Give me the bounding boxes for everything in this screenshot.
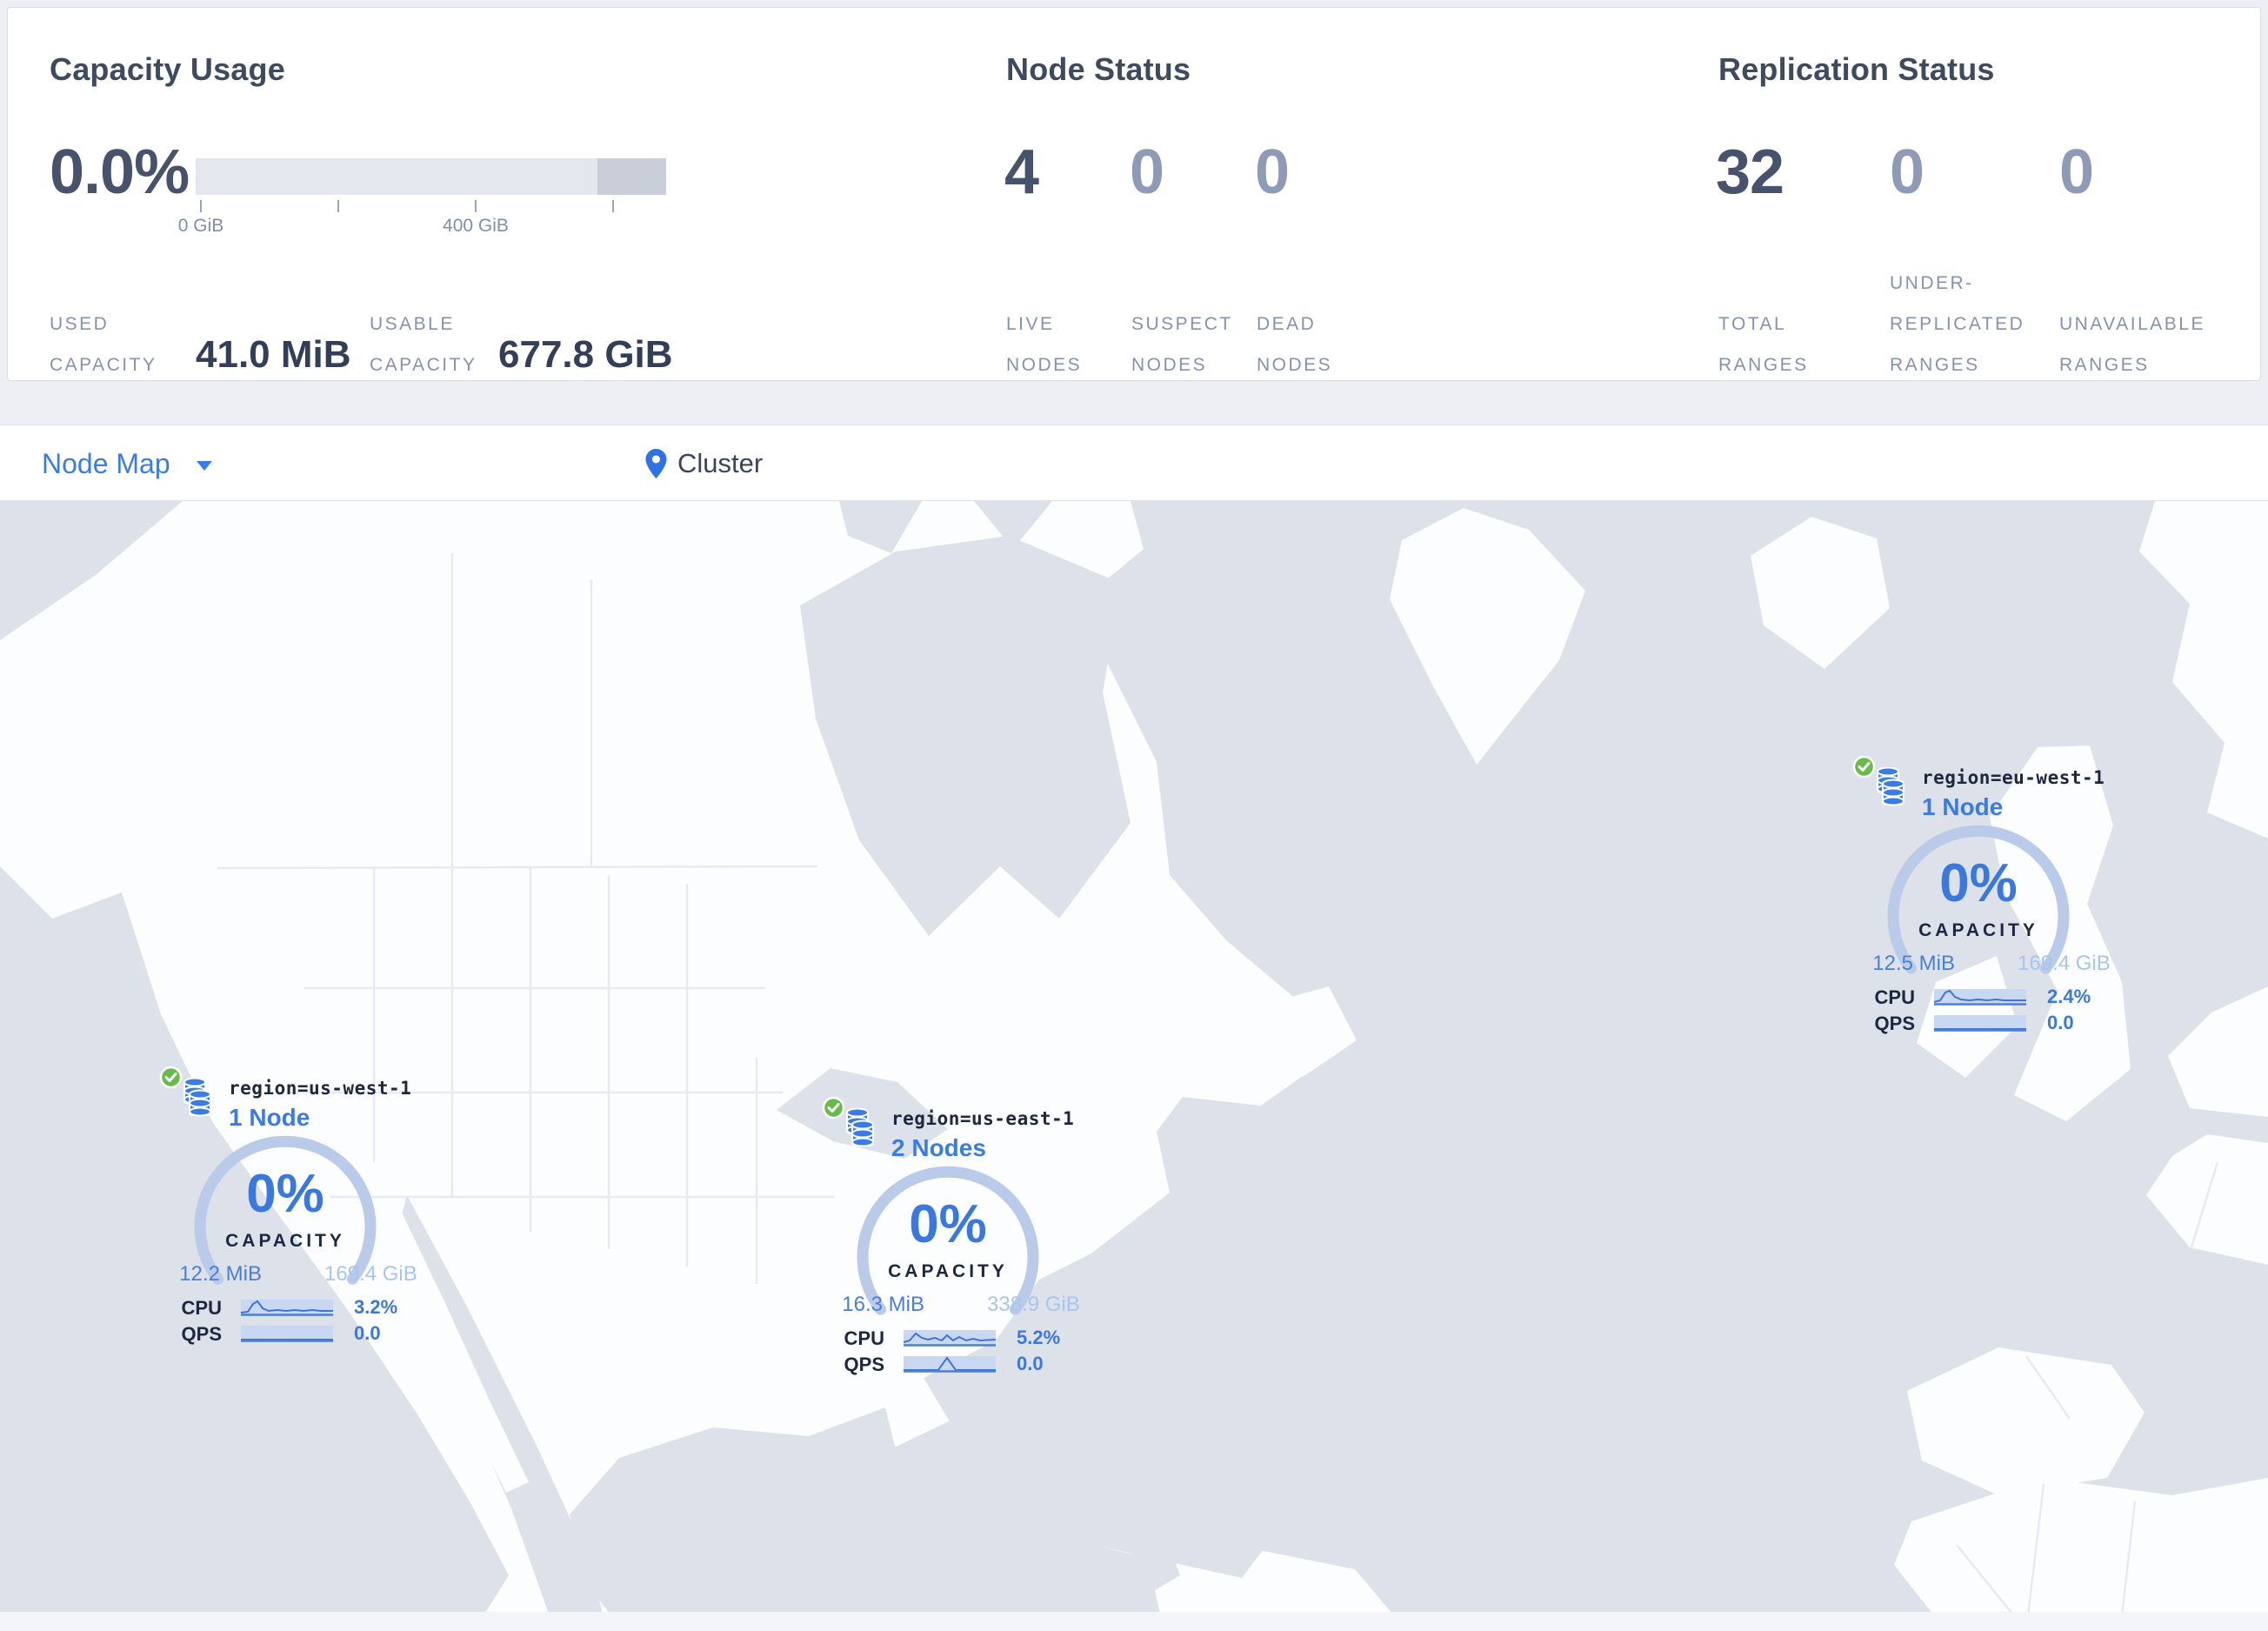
view-selector-label: Node Map bbox=[42, 447, 170, 479]
qps-value: 0.0 bbox=[354, 1322, 381, 1344]
breadcrumb-cluster[interactable]: Cluster bbox=[645, 425, 763, 502]
qps-label: QPS bbox=[844, 1354, 884, 1375]
unavailable-ranges-value: 0 bbox=[2059, 137, 2094, 207]
landmass-iceland bbox=[1751, 517, 1890, 669]
region-used-capacity: 12.2 MiB bbox=[179, 1262, 262, 1286]
landmass-iberia bbox=[1907, 1347, 2145, 1495]
capacity-bar-tick bbox=[337, 200, 339, 212]
suspect-nodes-value: 0 bbox=[1130, 137, 1164, 207]
landmass-greenland bbox=[1390, 508, 1585, 765]
region-node-count: 1 Node bbox=[229, 1104, 310, 1131]
qps-label: QPS bbox=[1874, 1013, 1915, 1034]
region-node-count: 1 Node bbox=[1922, 793, 2004, 820]
region-name: region=eu-west-1 bbox=[1922, 767, 2105, 788]
under-replicated-ranges-value: 0 bbox=[1890, 137, 1924, 207]
qps-sparkline bbox=[1934, 1015, 2026, 1032]
cpu-label: CPU bbox=[844, 1327, 884, 1349]
capacity-tick-label-0: 0 GiB bbox=[177, 216, 224, 236]
node-map[interactable]: region=us-west-1 1 Node 0% CAPACITY 12.2… bbox=[0, 501, 2268, 1631]
region-total-capacity: 169.4 GiB bbox=[324, 1262, 417, 1286]
used-capacity-value: 41.0 MiB bbox=[196, 333, 351, 376]
region-capacity-label: CAPACITY bbox=[888, 1261, 1008, 1281]
capacity-bar-tick bbox=[475, 200, 477, 212]
capacity-bar-tick bbox=[200, 200, 202, 212]
cluster-summary-panel: Capacity Usage 0.0% 0 GiB 400 GiB USED C… bbox=[7, 7, 2261, 381]
landmass-scandinavia bbox=[2139, 501, 2268, 839]
region-capacity-percent: 0% bbox=[909, 1194, 987, 1254]
region-total-capacity: 169.4 GiB bbox=[2018, 952, 2111, 975]
cpu-value: 2.4% bbox=[2047, 986, 2091, 1007]
cpu-sparkline bbox=[903, 1330, 997, 1347]
capacity-gauge bbox=[1887, 825, 2070, 974]
region-capacity-label: CAPACITY bbox=[1918, 920, 2038, 940]
database-icon bbox=[1877, 767, 1904, 806]
database-icon bbox=[846, 1108, 874, 1147]
breadcrumb-label: Cluster bbox=[677, 448, 764, 478]
cpu-label: CPU bbox=[181, 1297, 222, 1319]
replication-status-title: Replication Status bbox=[1718, 51, 1995, 87]
database-icon bbox=[183, 1078, 211, 1117]
region-used-capacity: 16.3 MiB bbox=[842, 1293, 924, 1316]
under-replicated-ranges-label: UNDER- REPLICATED RANGES bbox=[1890, 273, 2025, 375]
view-selector-dropdown[interactable]: Node Map bbox=[42, 425, 212, 502]
dead-nodes-label: DEAD NODES bbox=[1257, 314, 1333, 375]
region-name: region=us-west-1 bbox=[229, 1078, 412, 1099]
capacity-usage-bar bbox=[196, 158, 666, 195]
suspect-nodes-label: SUSPECT NODES bbox=[1131, 314, 1233, 375]
dead-nodes-value: 0 bbox=[1255, 137, 1290, 207]
region-node-count: 2 Nodes bbox=[891, 1134, 986, 1161]
qps-label: QPS bbox=[181, 1323, 222, 1345]
cpu-value: 5.2% bbox=[1017, 1327, 1061, 1348]
capacity-tick-label-400: 400 GiB bbox=[443, 216, 509, 236]
unavailable-ranges-label: UNAVAILABLE RANGES bbox=[2059, 314, 2205, 375]
cpu-sparkline bbox=[240, 1300, 333, 1316]
live-nodes-label: LIVE NODES bbox=[1006, 314, 1083, 375]
node-region-marker-eu-west-1[interactable]: region=eu-west-1 1 Node 0% CAPACITY 12.5… bbox=[1835, 755, 2122, 1046]
landmass-africa bbox=[1894, 1478, 2268, 1631]
qps-sparkline bbox=[241, 1326, 333, 1342]
region-capacity-percent: 0% bbox=[1939, 853, 2018, 913]
capacity-gauge bbox=[194, 1135, 377, 1285]
capacity-bar-reserved-segment bbox=[597, 158, 666, 195]
node-status-title: Node Status bbox=[1006, 51, 1191, 87]
cpu-value: 3.2% bbox=[354, 1296, 398, 1318]
capacity-bar-tick bbox=[612, 200, 614, 212]
cpu-label: CPU bbox=[1874, 986, 1915, 1008]
map-bottom-strip bbox=[0, 1612, 2268, 1631]
node-region-marker-us-east-1[interactable]: region=us-east-1 2 Nodes 0% CAPACITY 16.… bbox=[804, 1096, 1091, 1387]
capacity-gauge bbox=[857, 1166, 1039, 1315]
cpu-sparkline bbox=[1933, 989, 2026, 1006]
qps-sparkline bbox=[904, 1356, 996, 1373]
region-name: region=us-east-1 bbox=[891, 1108, 1075, 1129]
chevron-down-icon bbox=[196, 460, 212, 471]
region-total-capacity: 338.9 GiB bbox=[987, 1293, 1080, 1316]
location-pin-icon bbox=[645, 449, 667, 478]
total-ranges-value: 32 bbox=[1716, 137, 1784, 207]
total-ranges-label: TOTAL RANGES bbox=[1718, 314, 1809, 375]
usable-capacity-value: 677.8 GiB bbox=[498, 333, 673, 376]
region-capacity-label: CAPACITY bbox=[225, 1231, 345, 1251]
qps-value: 0.0 bbox=[1017, 1353, 1044, 1374]
capacity-usage-title: Capacity Usage bbox=[50, 51, 285, 87]
map-toolbar: Node Map Cluster 10m Past 10 Minutes Now bbox=[0, 424, 2268, 925]
capacity-usage-percent: 0.0% bbox=[50, 137, 190, 207]
region-used-capacity: 12.5 MiB bbox=[1872, 952, 1955, 975]
qps-value: 0.0 bbox=[2047, 1012, 2074, 1033]
live-nodes-value: 4 bbox=[1004, 137, 1039, 207]
used-capacity-label: USED CAPACITY bbox=[50, 314, 157, 375]
usable-capacity-label: USABLE CAPACITY bbox=[370, 314, 477, 375]
node-region-marker-us-west-1[interactable]: region=us-west-1 1 Node 0% CAPACITY 12.2… bbox=[142, 1066, 429, 1357]
region-capacity-percent: 0% bbox=[246, 1164, 324, 1224]
